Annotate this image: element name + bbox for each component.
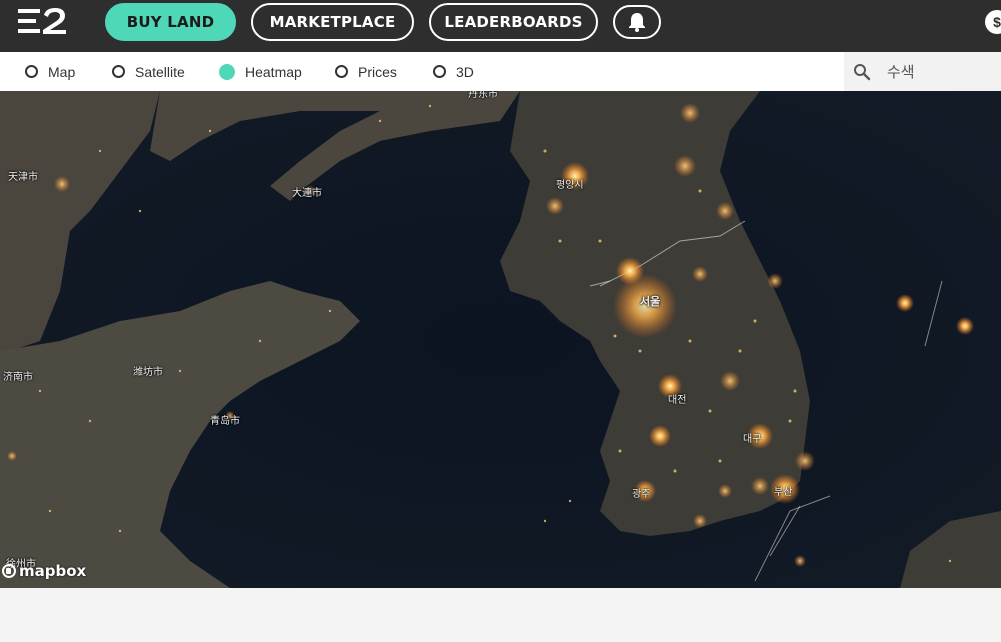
- search-box[interactable]: [844, 52, 1001, 91]
- view-mode-prices[interactable]: Prices: [335, 52, 397, 91]
- view-mode-label: Map: [48, 63, 76, 80]
- map-label-daejeon: 대전: [668, 395, 687, 406]
- radio-icon: [112, 65, 125, 78]
- view-mode-label: Heatmap: [245, 63, 302, 80]
- currency-icon[interactable]: $: [985, 10, 1001, 34]
- radio-icon: [25, 65, 38, 78]
- radio-icon: [433, 65, 446, 78]
- top-navigation-bar: BUY LAND MARKETPLACE LEADERBOARDS $: [0, 0, 1001, 52]
- view-mode-3d[interactable]: 3D: [433, 52, 474, 91]
- map-label-qingdao: 青岛市: [210, 416, 240, 427]
- view-mode-map[interactable]: Map: [25, 52, 75, 91]
- map-label-top-cut: 丹东市: [468, 91, 498, 100]
- map-label-daegu: 대구: [743, 434, 762, 445]
- mapbox-label: mapbox: [19, 562, 87, 580]
- map-label-tianjin: 天津市: [8, 172, 38, 183]
- e2-logo-icon[interactable]: [18, 7, 68, 35]
- buy-land-button[interactable]: BUY LAND: [105, 3, 236, 41]
- search-icon: [854, 63, 871, 80]
- bell-icon: [629, 13, 645, 32]
- map-label-pyongyang: 평양시: [556, 180, 584, 191]
- heatmap-view[interactable]: 丹东市 天津市 大連市 평양시 서울 潍坊市 济南市 青岛市 대전 대구 광주 …: [0, 91, 1001, 588]
- mapbox-attribution[interactable]: mapbox: [2, 562, 86, 580]
- marketplace-button[interactable]: MARKETPLACE: [251, 3, 414, 41]
- view-mode-satellite[interactable]: Satellite: [112, 52, 185, 91]
- map-label-busan: 부산: [774, 487, 793, 498]
- map-label-dalian: 大連市: [292, 188, 322, 199]
- map-label-weifang: 潍坊市: [133, 367, 163, 378]
- view-mode-bar: Map Satellite Heatmap Prices 3D: [0, 52, 1001, 91]
- view-mode-heatmap[interactable]: Heatmap: [219, 52, 302, 91]
- radio-icon: [335, 65, 348, 78]
- view-mode-label: Prices: [358, 63, 397, 80]
- leaderboards-button[interactable]: LEADERBOARDS: [429, 3, 598, 41]
- view-mode-label: 3D: [456, 63, 474, 80]
- map-label-seoul: 서울: [640, 295, 661, 308]
- satellite-map-canvas[interactable]: [0, 91, 1001, 588]
- notifications-button[interactable]: [613, 5, 661, 39]
- page-footer: [0, 588, 1001, 642]
- map-label-jinan: 济南市: [3, 372, 33, 383]
- view-mode-label: Satellite: [135, 63, 185, 80]
- map-label-gwangju: 광주: [632, 489, 651, 500]
- mapbox-logo-icon: [2, 564, 16, 578]
- search-input[interactable]: [885, 61, 999, 82]
- radio-selected-icon: [219, 63, 235, 80]
